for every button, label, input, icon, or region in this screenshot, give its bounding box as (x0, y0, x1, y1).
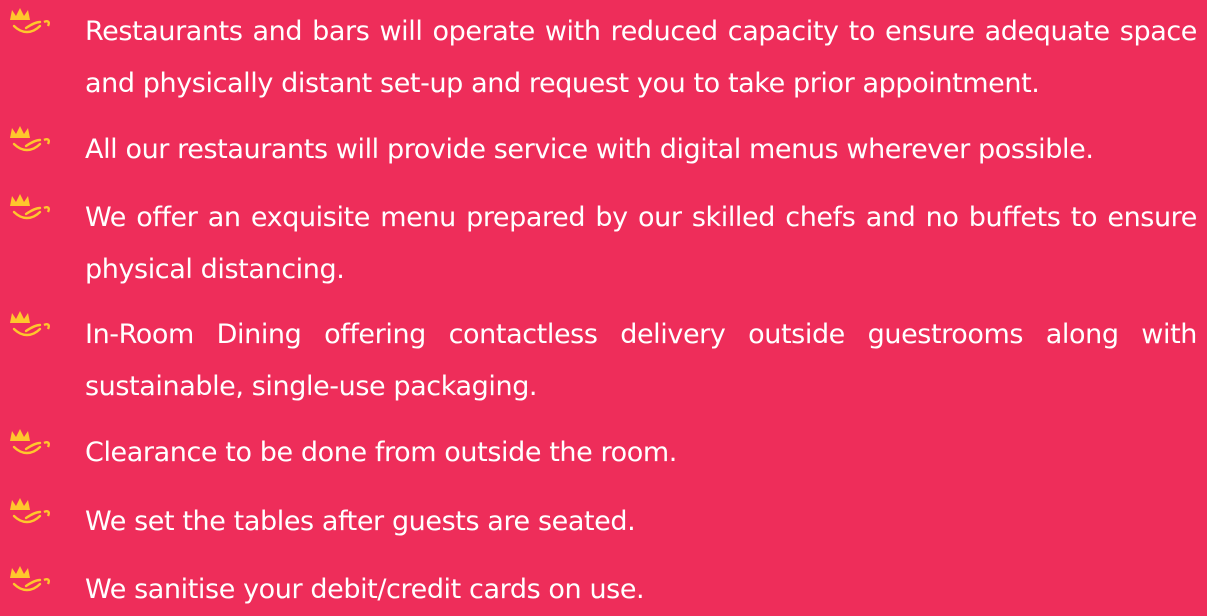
lotus-bullet-icon (10, 498, 50, 524)
lotus-bullet-icon (10, 194, 50, 220)
item-text: All our restaurants will provide service… (85, 134, 1094, 165)
lotus-bullet-icon (10, 311, 50, 337)
item-text: We offer an exquisite menu prepared by o… (85, 202, 1197, 285)
lotus-bullet-icon (10, 429, 50, 455)
lotus-bullet-icon (10, 126, 50, 152)
item-text: In-Room Dining offering contactless deli… (85, 319, 1197, 402)
lotus-bullet-icon (10, 8, 50, 34)
item-text: Restaurants and bars will operate with r… (85, 16, 1197, 99)
lotus-bullet-icon (10, 566, 50, 592)
item-text: We sanitise your debit/credit cards on u… (85, 574, 645, 605)
item-text: We set the tables after guests are seate… (85, 506, 636, 537)
guidelines-list: Restaurants and bars will operate with r… (0, 0, 1207, 609)
item-text: Clearance to be done from outside the ro… (85, 437, 677, 468)
